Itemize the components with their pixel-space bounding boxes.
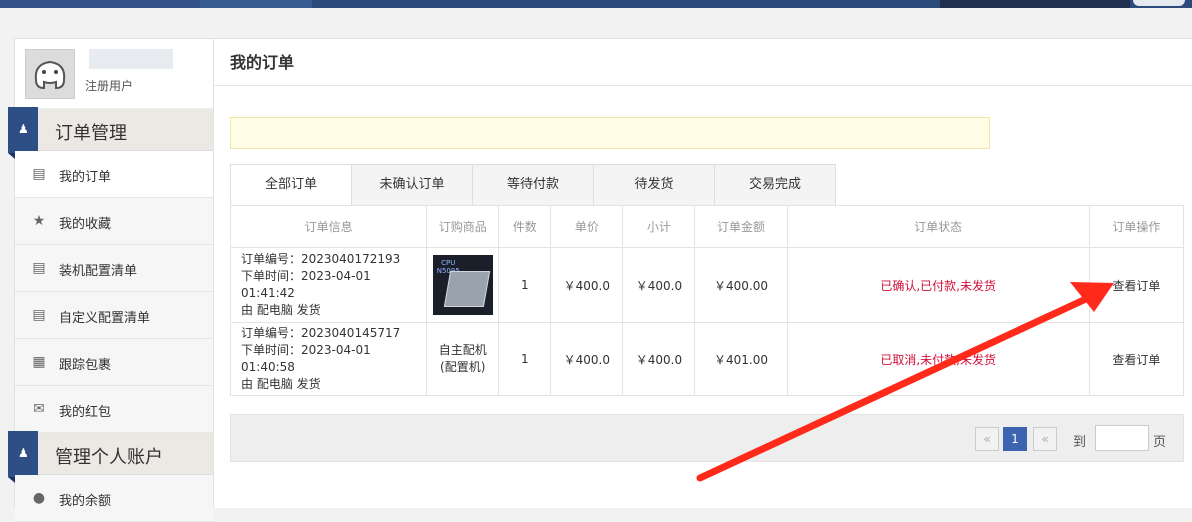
page-suffix: 页 [1153, 435, 1167, 450]
user-panel: 注册用户 [15, 39, 213, 109]
sidebar-item-label: 装机配置清单 [59, 264, 138, 279]
goto-label: 到 [1073, 435, 1087, 450]
unit-price: ￥400.0 [550, 247, 624, 323]
order-shipper: 由 配电脑 发货 [241, 303, 321, 317]
column-header: 订单状态 [786, 205, 1090, 248]
order-time: 下单时间：2023-04-01 01:40:58 [241, 343, 371, 374]
table-row: 订单编号：2023040145717 下单时间：2023-04-01 01:40… [229, 322, 1185, 396]
view-order-link[interactable]: 查看订单 [1088, 247, 1185, 323]
sidebar-item-favorites[interactable]: ★ 我的收藏 [15, 198, 213, 245]
product-name[interactable]: 自主配机(配置机) [426, 322, 500, 396]
product-thumbnail[interactable]: CPU N5095 [432, 255, 493, 315]
notice-bar [230, 117, 990, 149]
unit-price: ￥400.0 [550, 322, 624, 396]
sidebar-item-label: 我的收藏 [59, 217, 112, 232]
cpu-chip-icon [443, 271, 490, 307]
sidebar-group-title: 订单管理 [55, 123, 127, 144]
group-flag: ♟ [8, 107, 38, 159]
prev-page-button[interactable]: « [975, 427, 999, 451]
order-status: 已确认,已付款,未发货 [786, 247, 1090, 323]
sidebar-item-custom-list[interactable]: ▤ 自定义配置清单 [15, 292, 213, 339]
sidebar-item-build-list[interactable]: ▤ 装机配置清单 [15, 245, 213, 292]
page-title: 我的订单 [214, 39, 1192, 86]
group-flag: ♟ [8, 431, 38, 483]
next-page-button[interactable]: « [1033, 427, 1057, 451]
avatar[interactable] [25, 49, 75, 99]
tab-unconfirmed[interactable]: 未确认订单 [351, 164, 473, 206]
main-content: 我的订单 全部订单 未确认订单 等待付款 待发货 交易完成 订单信息 订购商品 … [214, 38, 1192, 508]
order-info: 订单编号：2023040145717 下单时间：2023-04-01 01:40… [229, 322, 428, 396]
goto-page-input[interactable] [1095, 425, 1149, 451]
order-time: 下单时间：2023-04-01 01:41:42 [241, 269, 371, 300]
order-amount: ￥400.00 [694, 247, 788, 323]
order-status: 已取消,未付款,未发货 [786, 322, 1090, 396]
column-header: 小计 [622, 205, 696, 248]
sidebar-group-account: ♟ 管理个人账户 [8, 431, 213, 483]
order-amount: ￥401.00 [694, 322, 788, 396]
tab-to-ship[interactable]: 待发货 [593, 164, 715, 206]
list-icon: ▤ [32, 166, 46, 182]
top-nav-pill[interactable] [1133, 0, 1185, 6]
pagination: « 1 « 到 页 [230, 414, 1184, 462]
view-order-link[interactable]: 查看订单 [1088, 322, 1185, 396]
sidebar-group-title: 管理个人账户 [55, 447, 163, 468]
tab-all-orders[interactable]: 全部订单 [230, 164, 352, 206]
subtotal: ￥400.0 [622, 322, 696, 396]
product-cell[interactable]: CPU N5095 [426, 247, 500, 323]
sidebar-item-label: 我的红包 [59, 405, 112, 420]
order-number: 订单编号：2023040172193 [241, 252, 401, 266]
list-icon: ▤ [32, 307, 46, 323]
order-number: 订单编号：2023040145717 [241, 326, 401, 340]
user-role: 注册用户 [85, 79, 134, 93]
quantity: 1 [498, 247, 552, 323]
grid-icon: ▦ [32, 354, 46, 370]
column-header: 订单金额 [694, 205, 788, 248]
order-shipper: 由 配电脑 发货 [241, 377, 321, 391]
subtotal: ￥400.0 [622, 247, 696, 323]
table-header-row: 订单信息 订购商品 件数 单价 小计 订单金额 订单状态 订单操作 [229, 205, 1185, 248]
column-header: 件数 [498, 205, 552, 248]
sidebar-item-my-orders[interactable]: ▤ 我的订单 [15, 151, 213, 198]
page-1-button[interactable]: 1 [1003, 427, 1027, 451]
sidebar: 注册用户 ♟ 订单管理 ▤ 我的订单 ★ 我的收藏 ▤ 装机配置清单 ▤ 自定义… [8, 38, 214, 522]
sidebar-item-track-package[interactable]: ▦ 跟踪包裹 [15, 339, 213, 386]
user-icon: ♟ [18, 446, 29, 460]
envelope-icon: ✉ [33, 401, 45, 417]
order-info: 订单编号：2023040172193 下单时间：2023-04-01 01:41… [229, 247, 428, 323]
username-placeholder [89, 49, 173, 69]
sidebar-item-label: 跟踪包裹 [59, 358, 112, 373]
tab-completed[interactable]: 交易完成 [714, 164, 836, 206]
top-nav-segment [940, 0, 1130, 8]
top-nav-bar [0, 0, 1192, 8]
sidebar-item-label: 自定义配置清单 [59, 311, 151, 326]
top-nav-segment [200, 0, 312, 8]
tab-awaiting-payment[interactable]: 等待付款 [472, 164, 594, 206]
sidebar-group-orders: ♟ 订单管理 [8, 107, 213, 159]
quantity: 1 [498, 322, 552, 396]
user-icon: ♟ [18, 122, 29, 136]
money-bag-icon: ● [32, 490, 46, 506]
column-header: 订单信息 [229, 205, 428, 248]
top-nav-segment [0, 0, 200, 8]
list-icon: ▤ [32, 260, 46, 276]
table-row: 订单编号：2023040172193 下单时间：2023-04-01 01:41… [229, 247, 1185, 323]
sidebar-item-red-packet[interactable]: ✉ 我的红包 [15, 386, 213, 433]
star-icon: ★ [32, 213, 46, 229]
column-header: 单价 [550, 205, 624, 248]
sidebar-item-label: 我的余额 [59, 494, 112, 509]
elephant-avatar-icon [26, 50, 74, 98]
column-header: 订单操作 [1088, 205, 1185, 248]
column-header: 订购商品 [426, 205, 500, 248]
sidebar-item-label: 我的订单 [59, 170, 112, 185]
orders-table: 订单信息 订购商品 件数 单价 小计 订单金额 订单状态 订单操作 订单编号：2… [229, 205, 1185, 396]
